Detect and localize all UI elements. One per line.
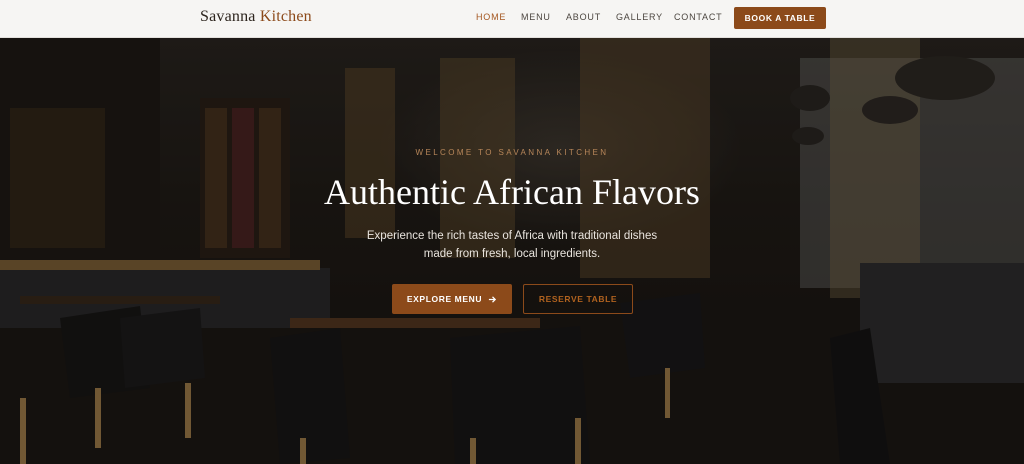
site-navbar: Savanna Kitchen HOME MENU ABOUT GALLERY … — [0, 0, 1024, 38]
nav-link-menu[interactable]: MENU — [521, 12, 551, 22]
logo-accent-text: Kitchen — [259, 8, 312, 25]
nav-link-about[interactable]: ABOUT — [566, 12, 601, 22]
hero-content: WELCOME TO SAVANNA KITCHEN Authentic Afr… — [0, 38, 1024, 464]
hero-title: Authentic African Flavors — [324, 172, 700, 212]
hero-eyebrow: WELCOME TO SAVANNA KITCHEN — [415, 148, 609, 157]
site-logo[interactable]: Savanna Kitchen — [200, 8, 312, 26]
hero-subtitle: Experience the rich tastes of Africa wit… — [366, 230, 658, 260]
explore-menu-button[interactable]: EXPLORE MENU — [392, 284, 512, 314]
hero-section: WELCOME TO SAVANNA KITCHEN Authentic Afr… — [0, 38, 1024, 464]
nav-link-gallery[interactable]: GALLERY — [616, 12, 663, 22]
explore-menu-label: EXPLORE MENU — [406, 294, 483, 304]
nav-link-contact[interactable]: CONTACT — [674, 12, 722, 22]
reserve-table-button[interactable]: RESERVE TABLE — [523, 284, 633, 314]
nav-link-home[interactable]: HOME — [476, 12, 506, 22]
logo-primary-text: Savanna — [200, 8, 256, 25]
book-table-button[interactable]: BOOK A TABLE — [734, 7, 826, 29]
arrow-right-icon — [488, 295, 497, 304]
